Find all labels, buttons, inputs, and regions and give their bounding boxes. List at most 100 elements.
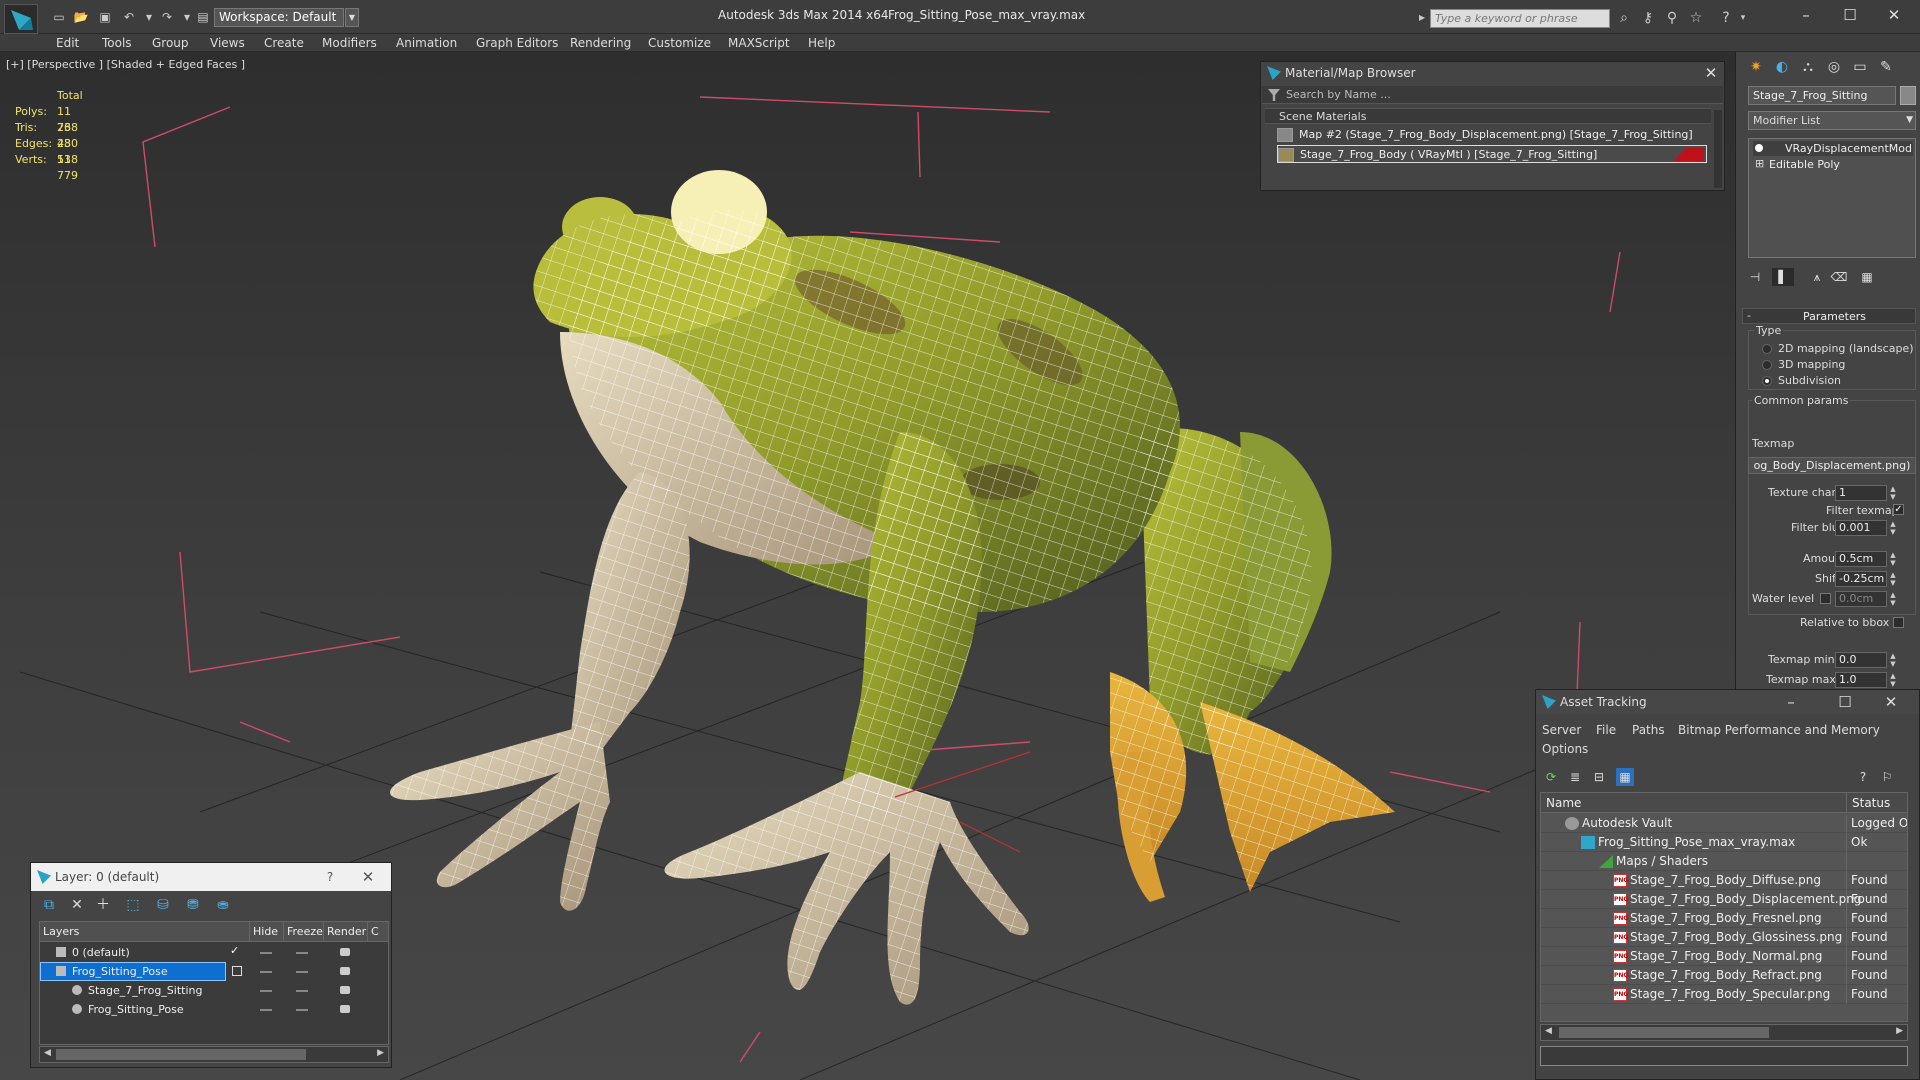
radio-3d-mapping[interactable] (1762, 360, 1772, 370)
water-level-spinner[interactable]: 0.0cm (1835, 591, 1887, 607)
new-file-icon[interactable]: ▭ (50, 9, 68, 25)
menu-modifiers[interactable]: Modifiers (322, 36, 377, 50)
freeze-toggle[interactable] (296, 990, 308, 992)
table-row[interactable]: Frog_Sitting_Pose_max_vray.max Ok (1541, 833, 1907, 852)
add-to-layer-icon[interactable]: ＋ (93, 895, 113, 915)
texmap-min-spinner[interactable]: 0.0 (1835, 652, 1887, 668)
infocenter-expand-icon[interactable]: ▸ (1416, 9, 1428, 25)
column-header-freeze[interactable]: Freeze (284, 922, 324, 942)
spinner-arrows-icon[interactable]: ▲ ▼ (1889, 485, 1897, 501)
material-list-item[interactable]: Stage_7_Frog_Body ( VRayMtl ) [Stage_7_F… (1277, 145, 1707, 163)
binoculars-icon[interactable]: ⌕ (1614, 9, 1634, 27)
menu-views[interactable]: Views (210, 36, 245, 50)
filter-blur-spinner[interactable]: 0.001 (1835, 520, 1887, 536)
menu-file[interactable]: File (1596, 723, 1616, 737)
save-file-icon[interactable]: ▣ (96, 9, 114, 25)
create-layer-icon[interactable]: ⧉ (39, 895, 59, 915)
menu-paths[interactable]: Paths (1632, 723, 1665, 737)
scroll-right-icon[interactable]: ▶ (1896, 1026, 1903, 1036)
delete-layer-icon[interactable]: ✕ (67, 895, 87, 915)
subscription-key-icon[interactable]: ⚷ (1638, 9, 1658, 27)
object-color-swatch[interactable] (1900, 86, 1916, 105)
freeze-toggle[interactable] (296, 952, 308, 954)
table-row[interactable]: Stage_7_Frog_Body_Diffuse.png Found (1541, 871, 1907, 890)
amount-spinner[interactable]: 0.5cm (1835, 551, 1887, 567)
shift-spinner[interactable]: -0.25cm (1835, 571, 1887, 587)
workspace-dropdown-arrow-icon[interactable]: ▼ (345, 8, 359, 27)
list-view-icon[interactable]: ≣ (1566, 768, 1584, 786)
close-icon[interactable]: ✕ (1880, 4, 1908, 26)
layer-table-scrollbar[interactable]: ◀ ▶ (39, 1046, 389, 1063)
hide-toggle[interactable] (260, 952, 272, 954)
column-header-hide[interactable]: Hide (250, 922, 284, 942)
undo-dropdown-icon[interactable]: ▾ (140, 9, 158, 25)
material-browser-titlebar[interactable]: Material/Map Browser ✕ (1261, 62, 1724, 84)
menu-rendering[interactable]: Rendering (570, 36, 631, 50)
column-header-render[interactable]: Render (324, 922, 368, 942)
viewport-label-menu[interactable]: [+] [Perspective ] [Shaded + Edged Faces… (6, 58, 245, 71)
help-icon[interactable]: ? (321, 868, 339, 886)
display-tab-icon[interactable]: ▭ (1848, 56, 1872, 78)
menu-help[interactable]: Help (808, 36, 835, 50)
layer-row[interactable]: Frog_Sitting_Pose (40, 962, 388, 981)
modify-tab-icon[interactable]: ◐ (1770, 56, 1794, 78)
menu-customize[interactable]: Customize (648, 36, 711, 50)
remove-modifier-icon[interactable]: ⌫ (1828, 268, 1850, 286)
project-folder-icon[interactable]: ▤ (194, 9, 212, 25)
table-row[interactable]: Stage_7_Frog_Body_Specular.png Found (1541, 985, 1907, 1004)
select-objects-icon[interactable]: ⬚ (123, 895, 143, 915)
object-name-field[interactable]: Stage_7_Frog_Sitting (1748, 86, 1896, 105)
column-header-layers[interactable]: Layers (40, 922, 250, 942)
select-layer-icon[interactable]: ⛁ (153, 895, 173, 915)
minimize-icon[interactable]: – (1782, 693, 1800, 711)
menu-tools[interactable]: Tools (102, 36, 132, 50)
menu-animation[interactable]: Animation (396, 36, 457, 50)
scroll-left-icon[interactable]: ◀ (44, 1048, 51, 1058)
undo-icon[interactable]: ↶ (120, 9, 138, 25)
menu-options[interactable]: Options (1542, 742, 1588, 756)
lightbulb-icon[interactable] (1755, 144, 1763, 152)
column-header-name[interactable]: Name (1541, 793, 1847, 813)
menu-edit[interactable]: Edit (56, 36, 79, 50)
column-header-status[interactable]: Status (1847, 793, 1907, 813)
spinner-arrows-icon[interactable]: ▲ ▼ (1889, 520, 1897, 536)
asset-tracking-titlebar[interactable]: Asset Tracking – ☐ ✕ (1536, 690, 1919, 714)
make-unique-icon[interactable]: ⩚ (1806, 268, 1828, 286)
hide-toggle[interactable] (260, 971, 272, 973)
modifier-list-dropdown[interactable]: Modifier List ▼ (1748, 111, 1916, 130)
hide-all-layers-icon[interactable]: ⛂ (213, 895, 233, 915)
menu-maxscript[interactable]: MAXScript (728, 36, 790, 50)
asset-table-scrollbar[interactable]: ◀ ▶ (1540, 1024, 1908, 1041)
table-view-icon[interactable]: ▦ (1616, 768, 1634, 786)
menu-bitmap-performance[interactable]: Bitmap Performance and Memory (1678, 723, 1880, 737)
render-teapot-icon[interactable] (340, 1005, 350, 1013)
table-row[interactable]: Stage_7_Frog_Body_Glossiness.png Found (1541, 928, 1907, 947)
help-icon[interactable]: ? (1854, 768, 1872, 786)
hide-toggle[interactable] (260, 1009, 272, 1011)
layer-row[interactable]: 0 (default) ✓ (40, 943, 388, 962)
hierarchy-tab-icon[interactable]: ⛬ (1796, 56, 1820, 78)
highlight-help-icon[interactable]: ⚐ (1878, 768, 1896, 786)
redo-icon[interactable]: ↷ (158, 9, 176, 25)
create-tab-icon[interactable]: ✷ (1744, 56, 1768, 78)
parameters-rollout-header[interactable]: - Parameters (1742, 308, 1916, 324)
scrollbar-thumb[interactable] (56, 1049, 306, 1060)
scrollbar-thumb[interactable] (1559, 1027, 1769, 1038)
table-row[interactable]: Stage_7_Frog_Body_Displacement.png Found (1541, 890, 1907, 909)
spinner-arrows-icon[interactable]: ▲ ▼ (1889, 591, 1897, 607)
spinner-arrows-icon[interactable]: ▲ ▼ (1889, 571, 1897, 587)
spinner-arrows-icon[interactable]: ▲ ▼ (1889, 672, 1897, 688)
texmap-max-spinner[interactable]: 1.0 (1835, 672, 1887, 688)
workspace-dropdown[interactable]: Workspace: Default (214, 8, 344, 27)
spinner-arrows-icon[interactable]: ▲ ▼ (1889, 551, 1897, 567)
help-icon[interactable]: ? (1716, 9, 1736, 27)
favorites-star-icon[interactable]: ☆ (1686, 9, 1706, 27)
freeze-toggle[interactable] (296, 971, 308, 973)
menu-create[interactable]: Create (264, 36, 304, 50)
freeze-toggle[interactable] (296, 1009, 308, 1011)
set-current-checkbox[interactable] (232, 966, 242, 976)
table-row[interactable]: Maps / Shaders (1541, 852, 1907, 871)
filter-texmap-checkbox[interactable]: ✓ (1893, 504, 1904, 515)
texture-chan-spinner[interactable]: 1 (1835, 485, 1887, 501)
table-row[interactable]: Stage_7_Frog_Body_Refract.png Found (1541, 966, 1907, 985)
